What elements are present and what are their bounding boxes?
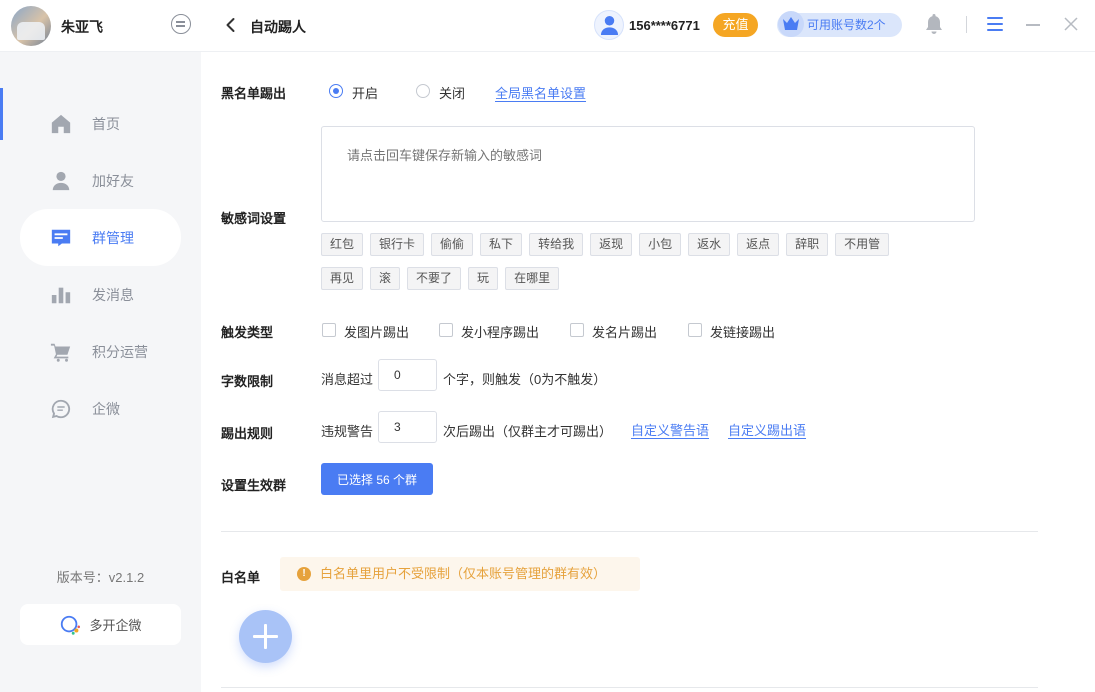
char-limit-prefix: 消息超过 — [321, 372, 374, 387]
trigger-link-checkbox[interactable] — [688, 323, 702, 337]
user-icon — [600, 16, 619, 35]
topbar-divider — [966, 16, 967, 33]
sensitive-words-input[interactable] — [321, 126, 975, 222]
sensitive-word-tag[interactable]: 私下 — [480, 233, 523, 256]
recharge-button[interactable]: 充值 — [713, 13, 758, 37]
trigger-image-checkbox[interactable] — [322, 323, 336, 337]
add-whitelist-button[interactable] — [239, 610, 292, 663]
menu-icon[interactable] — [987, 17, 1003, 31]
sidebar-item-add-friend[interactable]: 加好友 — [20, 152, 181, 209]
kick-rule-prefix: 违规警告 — [321, 424, 374, 439]
sensitive-word-tag[interactable]: 返水 — [688, 233, 731, 256]
available-accounts-label: 可用账号数2个 — [807, 18, 886, 32]
sidebar: 朱亚飞 首页 加好友 群管理 发消息 积分运营 企微 版本号：v2.1.2 多开… — [0, 0, 201, 692]
user-icon — [50, 170, 72, 192]
sensitive-word-tag[interactable]: 在哪里 — [505, 267, 560, 290]
sensitive-word-tag[interactable]: 不要了 — [407, 267, 462, 290]
sensitive-word-tag[interactable]: 银行卡 — [370, 233, 425, 256]
sensitive-word-tag[interactable]: 偷偷 — [431, 233, 474, 256]
blacklist-on-label[interactable]: 开启 — [352, 83, 378, 102]
sensitive-word-tag[interactable]: 滚 — [370, 267, 401, 290]
custom-kick-message-link[interactable]: 自定义踢出语 — [728, 420, 806, 439]
whitelist-notice-text: 白名单里用户不受限制（仅本账号管理的群有效） — [320, 566, 607, 581]
whitelist-label: 白名单 — [221, 570, 261, 585]
global-blacklist-link[interactable]: 全局黑名单设置 — [495, 83, 586, 102]
kick-rule-suffix: 次后踢出（仅群主才可踢出） — [443, 424, 613, 439]
sidebar-item-label: 群管理 — [92, 229, 134, 246]
cart-icon — [50, 341, 72, 363]
available-accounts-badge[interactable]: 可用账号数2个 — [777, 11, 902, 37]
sidebar-item-label: 首页 — [92, 115, 120, 132]
sidebar-header: 朱亚飞 — [0, 0, 201, 52]
blacklist-off-label[interactable]: 关闭 — [439, 83, 465, 102]
crown-icon — [778, 11, 804, 37]
message-chart-icon — [50, 284, 72, 306]
sensitive-word-tag[interactable]: 红包 — [321, 233, 364, 256]
sidebar-accent-bar — [0, 88, 3, 140]
sensitive-word-tag[interactable]: 小包 — [639, 233, 682, 256]
back-icon[interactable] — [223, 17, 239, 33]
group-manage-icon — [50, 227, 72, 249]
trigger-miniprogram-checkbox[interactable] — [439, 323, 453, 337]
trigger-card-label[interactable]: 发名片踢出 — [592, 322, 657, 341]
sidebar-item-points[interactable]: 积分运营 — [20, 323, 181, 380]
sidebar-item-send-message[interactable]: 发消息 — [20, 266, 181, 323]
avatar[interactable] — [11, 6, 51, 46]
char-limit-suffix: 个字，则触发（0为不触发） — [443, 372, 607, 387]
sidebar-item-label: 加好友 — [92, 172, 134, 189]
sensitive-word-tag[interactable]: 玩 — [468, 267, 499, 290]
sensitive-word-tags: 红包 银行卡 偷偷 私下 转给我 返现 小包 返水 返点 辞职 不用管再见滚不要了玩在哪里 — [321, 233, 941, 301]
user-name: 朱亚飞 — [61, 19, 103, 35]
close-icon[interactable] — [1064, 17, 1078, 31]
trigger-miniprogram-label[interactable]: 发小程序踢出 — [461, 322, 539, 341]
trigger-link-label[interactable]: 发链接踢出 — [710, 322, 775, 341]
home-icon — [50, 113, 72, 135]
sidebar-item-wecom[interactable]: 企微 — [20, 380, 181, 437]
char-limit-input[interactable] — [378, 359, 437, 391]
trigger-card-checkbox[interactable] — [570, 323, 584, 337]
effective-groups-label: 设置生效群 — [221, 478, 287, 493]
section-divider — [221, 531, 1038, 532]
warning-count-input[interactable] — [378, 411, 437, 443]
account-phone: 156****6771 — [629, 18, 700, 33]
blacklist-on-radio[interactable] — [329, 84, 343, 98]
sidebar-item-label: 积分运营 — [92, 343, 148, 360]
sidebar-item-label: 企微 — [92, 400, 120, 417]
blacklist-label: 黑名单踢出 — [221, 86, 287, 101]
minimize-icon[interactable] — [1026, 24, 1040, 26]
multi-open-button[interactable]: 多开企微 — [20, 604, 181, 645]
collapse-menu-icon[interactable] — [171, 14, 191, 34]
sensitive-word-tag[interactable]: 转给我 — [529, 233, 584, 256]
bell-icon[interactable] — [925, 13, 943, 35]
chat-icon — [50, 398, 72, 420]
multi-open-label: 多开企微 — [89, 618, 142, 633]
sidebar-nav: 首页 加好友 群管理 发消息 积分运营 企微 — [20, 95, 181, 437]
trigger-image-label[interactable]: 发图片踢出 — [344, 322, 409, 341]
auto-kick-settings: 黑名单踢出 开启 关闭 全局黑名单设置 敏感词设置 红包银行卡偷偷私下转给我返现… — [201, 53, 1095, 692]
sensitive-word-tag[interactable]: 辞职 — [786, 233, 829, 256]
custom-warning-link[interactable]: 自定义警告语 — [631, 420, 709, 439]
sensitive-word-tag[interactable]: 返点 — [737, 233, 780, 256]
wecom-logo-icon — [61, 615, 81, 635]
sidebar-item-home[interactable]: 首页 — [20, 95, 181, 152]
sensitive-word-tag[interactable]: 返现 — [590, 233, 633, 256]
warning-icon: ! — [297, 567, 311, 581]
sidebar-item-label: 发消息 — [92, 286, 134, 303]
sensitive-word-tag[interactable]: 再见 — [321, 267, 364, 290]
kick-rule-label: 踢出规则 — [221, 426, 274, 441]
select-groups-button[interactable]: 已选择 56 个群 — [321, 463, 433, 495]
version-label: 版本号：v2.1.2 — [56, 570, 145, 585]
char-limit-label: 字数限制 — [221, 374, 274, 389]
bottom-divider — [221, 687, 1038, 688]
whitelist-notice: ! 白名单里用户不受限制（仅本账号管理的群有效） — [280, 557, 640, 591]
sensitive-word-tag[interactable]: 不用管 — [835, 233, 890, 256]
sensitive-words-label: 敏感词设置 — [221, 211, 287, 226]
trigger-type-label: 触发类型 — [221, 325, 274, 340]
blacklist-off-radio[interactable] — [416, 84, 430, 98]
account-avatar[interactable] — [594, 10, 624, 40]
topbar: 自动踢人 156****6771 充值 可用账号数2个 — [201, 0, 1095, 52]
page-title: 自动踢人 — [250, 19, 306, 35]
sidebar-item-group-manage[interactable]: 群管理 — [20, 209, 181, 266]
